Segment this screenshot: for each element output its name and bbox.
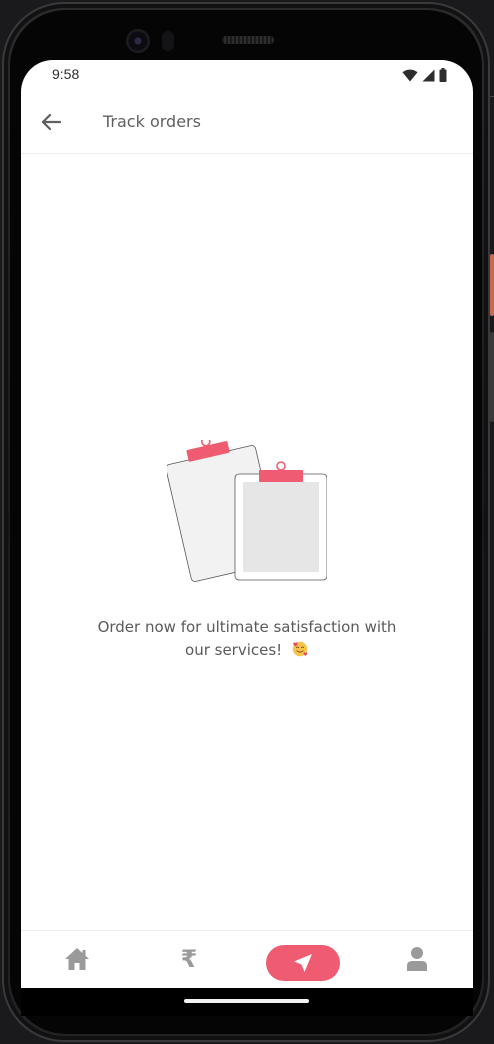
signal-icon <box>422 69 435 81</box>
gesture-navigation-area <box>21 988 473 1016</box>
user-icon <box>407 947 427 971</box>
earpiece-speaker <box>222 36 274 44</box>
home-gesture-bar[interactable] <box>184 999 309 1003</box>
wifi-icon <box>402 69 418 81</box>
rupee-icon: ₹ <box>180 945 198 973</box>
status-time: 9:58 <box>52 66 80 82</box>
nav-profile-button[interactable] <box>403 945 431 973</box>
front-camera <box>126 29 150 53</box>
power-button <box>490 254 494 316</box>
home-icon <box>65 948 89 970</box>
nav-home-button[interactable] <box>63 945 91 973</box>
navigation-arrow-icon <box>294 954 312 972</box>
battery-icon <box>439 68 447 82</box>
page-title: Track orders <box>103 112 201 131</box>
empty-message: Order now for ultimate satisfaction with… <box>97 616 397 662</box>
status-icons <box>402 68 447 82</box>
nav-payments-button[interactable]: ₹ <box>177 945 201 973</box>
volume-button <box>490 332 494 422</box>
arrow-left-icon <box>41 113 62 131</box>
bottom-navigation: ₹ <box>21 930 473 988</box>
app-screen: 9:58 Track orders Order now for ultimate… <box>21 60 473 988</box>
clipboards-icon <box>167 440 327 582</box>
empty-message-text: Order now for ultimate satisfaction with… <box>97 618 397 659</box>
empty-state: Order now for ultimate satisfaction with… <box>21 440 473 662</box>
nav-track-button[interactable] <box>266 945 340 981</box>
proximity-sensor <box>162 31 174 51</box>
smiling-face-with-hearts-icon <box>292 641 308 657</box>
back-button[interactable] <box>35 106 67 138</box>
app-bar: Track orders <box>21 90 473 154</box>
status-bar: 9:58 <box>21 60 473 90</box>
